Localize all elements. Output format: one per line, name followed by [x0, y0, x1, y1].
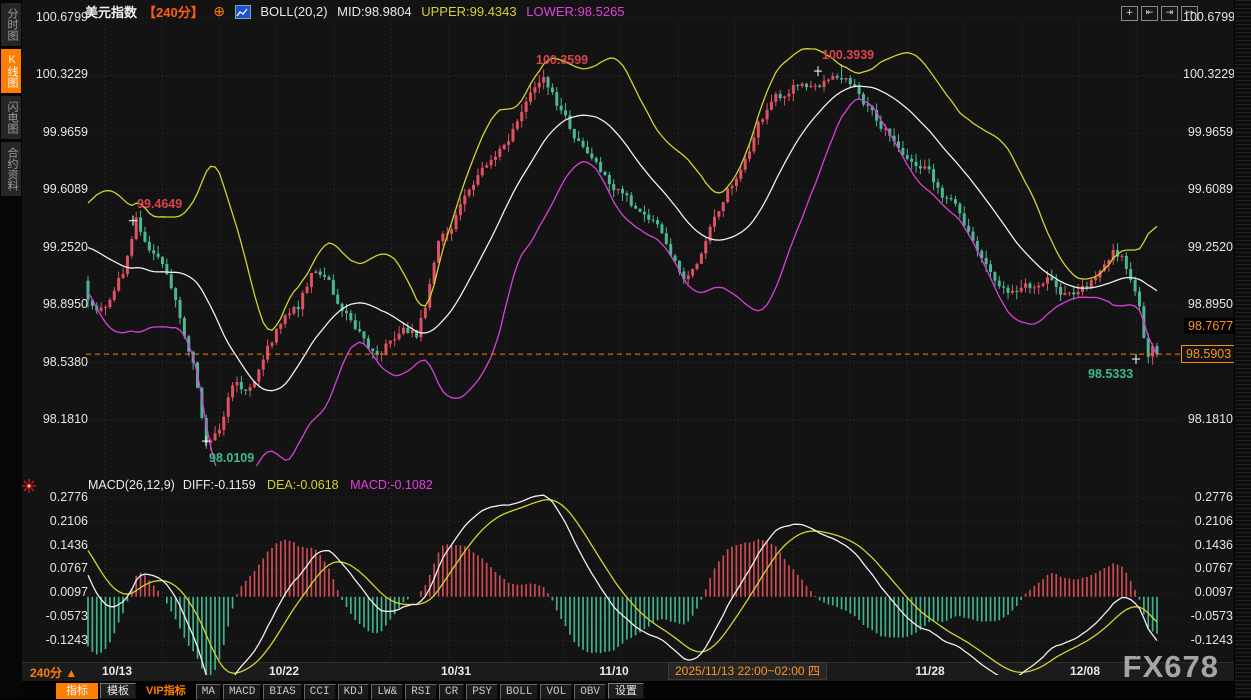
toolbar-button[interactable]: RSI — [405, 684, 437, 700]
macd-indicator-label: MACD(26,12,9) — [88, 478, 175, 492]
sidebar-item[interactable]: 分时图 — [1, 3, 21, 46]
time-axis: 240分 ▲ 10/13 10/22 10/31 11/10 11/28 12/08 20… — [22, 662, 1235, 681]
add-indicator-icon[interactable]: ⊕ — [213, 3, 225, 19]
chevron-up-icon: ▲ — [65, 666, 77, 680]
axis-tick-label: 98.8950 — [26, 297, 88, 311]
axis-tick-label: 0.1436 — [1183, 538, 1233, 552]
axis-tick-label: 0.0767 — [26, 561, 88, 575]
price-annotation: 98.5333 — [1088, 367, 1133, 381]
toolbar-button[interactable]: MA — [196, 684, 221, 700]
macd-dea-value: DEA:-0.0618 — [267, 478, 339, 492]
price-tag-previous: 98.7677 — [1184, 318, 1237, 334]
axis-tick-label: 0.1436 — [26, 538, 88, 552]
axis-tick-label: 100.6799 — [26, 10, 88, 24]
boll-lower-value: LOWER:98.5265 — [526, 4, 624, 19]
axis-tick-label: 0.0097 — [26, 585, 88, 599]
axis-tick-label: -0.1243 — [26, 633, 88, 647]
boll-indicator-label: BOLL(20,2) — [260, 4, 327, 19]
axis-tick-label: 98.8950 — [1183, 297, 1233, 311]
price-tag-current: 98.5903 — [1181, 345, 1236, 363]
macd-header: MACD(26,12,9) DIFF:-0.1159 DEA:-0.0618 MA… — [88, 478, 441, 492]
toolbar-button[interactable]: LW& — [371, 684, 403, 700]
date-tick-label: 12/08 — [1070, 664, 1100, 678]
boll-mid-value: MID:98.9804 — [337, 4, 411, 19]
period-label: 240分 — [30, 666, 62, 680]
candlestick-plot — [87, 49, 1159, 487]
axis-tick-label: 100.3229 — [1183, 67, 1233, 81]
chart-type-icon[interactable] — [235, 5, 251, 19]
toolbar-button[interactable]: CCI — [304, 684, 336, 700]
date-tick-label: 11/28 — [915, 664, 944, 678]
axis-tick-label: 98.1810 — [1183, 412, 1233, 426]
axis-tick-label: -0.0573 — [26, 609, 88, 623]
axis-tick-label: -0.0573 — [1183, 609, 1233, 623]
axis-tick-label: 99.9659 — [26, 125, 88, 139]
chart-type-sidebar: 分时图 K线图闪电图合约资料 — [0, 0, 22, 699]
window-button-icon[interactable]: ⇥ — [1161, 6, 1178, 21]
sidebar-item[interactable]: K线图 — [1, 49, 21, 93]
axis-tick-label: 100.6799 — [1183, 10, 1233, 24]
axis-tick-label: 99.6089 — [1183, 182, 1233, 196]
toolbar-button[interactable]: BOLL — [500, 684, 538, 700]
axis-tick-label: 0.2776 — [26, 490, 88, 504]
toolbar-button[interactable]: VIP指标 — [138, 683, 194, 699]
toolbar-button[interactable]: MACD — [223, 684, 261, 700]
toolbar-button[interactable]: 设置 — [608, 683, 644, 699]
axis-tick-label: 99.9659 — [1183, 125, 1233, 139]
window-button-icon[interactable]: ⇤ — [1141, 6, 1158, 21]
gridlines — [86, 18, 1181, 658]
axis-tick-label: 0.2106 — [1183, 514, 1233, 528]
axis-tick-label: 0.2106 — [26, 514, 88, 528]
date-tick-label: 11/10 — [599, 664, 628, 678]
toolbar-button[interactable]: 指标 — [56, 683, 98, 699]
toolbar-button[interactable]: OBV — [574, 684, 606, 700]
date-tick-label: 10/22 — [269, 664, 299, 678]
axis-tick-label: 0.0097 — [1183, 585, 1233, 599]
selected-candle-time: 2025/11/13 22:00~02:00 四 — [668, 662, 827, 680]
price-annotation: 98.0109 — [209, 451, 254, 465]
axis-tick-label: 99.2520 — [1183, 240, 1233, 254]
axis-tick-label: 99.2520 — [26, 240, 88, 254]
chart-header: 美元指数【240分】 ⊕ BOLL(20,2) MID:98.9804 UPPE… — [85, 2, 631, 21]
toolbar-button[interactable]: KDJ — [338, 684, 370, 700]
toolbar-button[interactable]: CR — [439, 684, 464, 700]
price-annotation: 100.3599 — [536, 53, 588, 67]
price-annotation: 100.3939 — [822, 48, 874, 62]
toolbar-button[interactable]: VOL — [540, 684, 572, 700]
price-annotation: 99.4649 — [137, 197, 182, 211]
axis-tick-label: 0.2776 — [1183, 490, 1233, 504]
boll-upper-value: UPPER:99.4343 — [421, 4, 516, 19]
axis-tick-label: 100.3229 — [26, 67, 88, 81]
toolbar-button[interactable]: PSY — [466, 684, 498, 700]
axis-tick-label: 98.1810 — [26, 412, 88, 426]
macd-diff-value: DIFF:-0.1159 — [183, 478, 256, 492]
indicator-toolbar: 指标模板VIP指标MAMACDBIASCCIKDJLW&RSICRPSYBOLL… — [22, 681, 1235, 699]
right-scrollbar[interactable] — [1234, 0, 1251, 699]
swing-markers — [129, 66, 1140, 446]
toolbar-button[interactable]: 模板 — [100, 683, 136, 699]
window-button-icon[interactable]: + — [1121, 6, 1138, 21]
axis-tick-label: 98.5380 — [26, 355, 88, 369]
date-tick-label: 10/31 — [441, 664, 471, 678]
period-selector[interactable]: 240分 ▲ — [30, 664, 77, 681]
date-tick-label: 10/13 — [102, 664, 132, 678]
axis-tick-label: 0.0767 — [1183, 561, 1233, 575]
price-chart-canvas[interactable] — [0, 0, 1251, 699]
period-badge: 【240分】 — [143, 5, 204, 20]
axis-tick-label: 99.6089 — [26, 182, 88, 196]
symbol-title: 美元指数 — [85, 5, 137, 20]
sidebar-item[interactable]: 合约资料 — [1, 142, 21, 196]
toolbar-button[interactable]: BIAS — [263, 684, 301, 700]
sidebar-item[interactable]: 闪电图 — [1, 96, 21, 139]
axis-tick-label: -0.1243 — [1183, 633, 1233, 647]
macd-macd-value: MACD:-0.1082 — [350, 478, 433, 492]
